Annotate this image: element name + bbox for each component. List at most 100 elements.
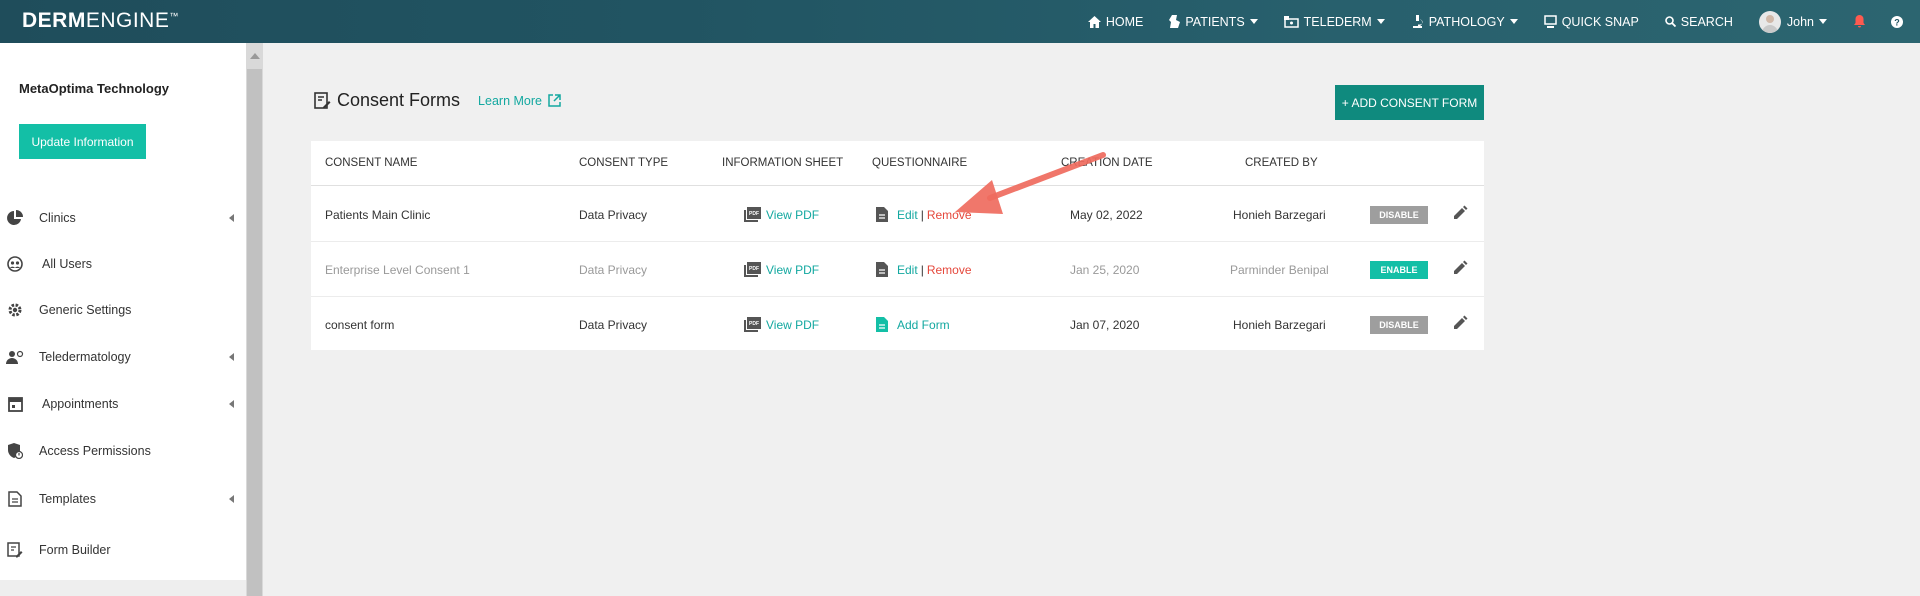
consent-name: consent form: [325, 317, 395, 332]
sidebar-item-all-users[interactable]: All Users: [0, 241, 246, 287]
questionnaire-actions: Edit | Remove: [876, 187, 972, 242]
shield-icon: [6, 442, 24, 460]
bell-icon: [1854, 15, 1865, 28]
learn-more-label: Learn More: [478, 93, 542, 108]
consent-type: Data Privacy: [579, 262, 648, 277]
patients-icon: [1169, 15, 1181, 28]
consent-name: Patients Main Clinic: [325, 207, 431, 222]
learn-more-link[interactable]: Learn More: [478, 94, 561, 108]
edit-questionnaire-link[interactable]: Edit: [897, 208, 918, 222]
consent-forms-table: CONSENT NAME CONSENT TYPE INFORMATION SH…: [311, 141, 1484, 350]
created-by: Honieh Barzegari: [1233, 317, 1326, 332]
disable-button[interactable]: DISABLE: [1370, 316, 1428, 334]
view-pdf-link[interactable]: PDF View PDF: [744, 297, 819, 352]
help-icon: ?: [1891, 15, 1903, 28]
enable-button[interactable]: ENABLE: [1370, 261, 1428, 279]
pdf-icon: PDF: [744, 262, 761, 277]
microscope-icon: [1412, 15, 1423, 28]
edit-row-button[interactable]: [1452, 205, 1468, 226]
separator: |: [920, 262, 924, 277]
sidebar-item-generic-settings[interactable]: Generic Settings: [0, 287, 246, 333]
consent-type: Data Privacy: [579, 317, 648, 332]
creation-date: Jan 07, 2020: [1070, 317, 1140, 332]
sidebar-item-form-builder[interactable]: Form Builder: [0, 527, 246, 573]
add-consent-form-button[interactable]: + ADD CONSENT FORM: [1335, 85, 1484, 120]
logo-bold-text: DERM: [22, 9, 86, 32]
page-header: Consent Forms Learn More: [314, 90, 561, 111]
pdf-icon: PDF: [744, 317, 761, 332]
nav-telederm-label: TELEDERM: [1303, 14, 1372, 29]
disable-button[interactable]: DISABLE: [1370, 206, 1428, 224]
nav-telederm[interactable]: TELEDERM: [1283, 14, 1385, 29]
nav-home[interactable]: HOME: [1087, 15, 1143, 29]
sidebar-item-label: Templates: [39, 492, 96, 506]
update-information-button[interactable]: Update Information: [19, 124, 146, 159]
calendar-icon: [6, 395, 24, 413]
sidebar-item-access-permissions[interactable]: Access Permissions: [0, 428, 246, 474]
pencil-icon: [1454, 315, 1468, 329]
column-header-consent-name: CONSENT NAME: [325, 157, 418, 169]
add-form-link[interactable]: Add Form: [876, 297, 950, 352]
nav-search-label: SEARCH: [1680, 14, 1733, 29]
telederm-icon: [1283, 15, 1299, 28]
notifications-button[interactable]: [1853, 15, 1871, 28]
remove-questionnaire-link[interactable]: Remove: [927, 263, 972, 277]
questionnaire-actions: Edit | Remove: [876, 242, 972, 297]
nav-user-menu[interactable]: John: [1758, 10, 1827, 33]
sidebar-item-label: All Users: [42, 257, 93, 271]
edit-questionnaire-link[interactable]: Edit: [897, 263, 918, 277]
sidebar-item-label: Access Permissions: [39, 444, 151, 458]
chevron-down-icon: [1509, 19, 1518, 24]
chevron-down-icon: [1249, 19, 1258, 24]
view-pdf-label: View PDF: [766, 262, 820, 277]
sidebar-item-appointments[interactable]: Appointments: [0, 381, 246, 427]
consent-name: Enterprise Level Consent 1: [325, 262, 470, 277]
created-by: Honieh Barzegari: [1233, 207, 1326, 222]
chevron-down-icon: [1376, 19, 1385, 24]
table-row: Enterprise Level Consent 1 Data Privacy …: [311, 242, 1484, 297]
edit-row-button[interactable]: [1452, 315, 1468, 336]
sidebar-item-clinics[interactable]: Clinics: [0, 195, 246, 241]
svg-text:PDF: PDF: [749, 266, 759, 272]
nav-user-label: John: [1786, 14, 1814, 29]
logo-light-text: ENGINE: [85, 9, 170, 32]
logo-tm: ™: [169, 11, 179, 21]
column-header-questionnaire: QUESTIONNAIRE: [872, 157, 968, 169]
nav-search[interactable]: SEARCH: [1664, 14, 1733, 29]
nav-quick-snap-label: QUICK SNAP: [1561, 14, 1639, 29]
sidebar-scrollbar[interactable]: [246, 43, 263, 596]
column-header-created-by: CREATED BY: [1245, 157, 1318, 169]
nav-patients[interactable]: PATIENTS: [1169, 15, 1258, 29]
consent-forms-icon: [314, 92, 331, 109]
help-button[interactable]: ?: [1891, 15, 1908, 28]
sidebar-item-consent-forms[interactable]: [0, 580, 246, 596]
scrollbar-thumb[interactable]: [247, 69, 262, 596]
pencil-icon: [1454, 260, 1468, 274]
sidebar-item-label: Appointments: [42, 397, 119, 411]
column-header-information-sheet: INFORMATION SHEET: [722, 157, 844, 169]
column-header-consent-type: CONSENT TYPE: [579, 157, 669, 169]
view-pdf-link[interactable]: PDF View PDF: [744, 187, 819, 242]
dermengine-logo[interactable]: DERMENGINE™: [22, 9, 179, 33]
nav-pathology[interactable]: PATHOLOGY: [1411, 15, 1518, 29]
nav-quick-snap[interactable]: QUICK SNAP: [1543, 14, 1639, 29]
sidebar-item-templates[interactable]: Templates: [0, 476, 246, 522]
sidebar-item-label: Generic Settings: [39, 303, 132, 317]
table-row: Patients Main Clinic Data Privacy PDF Vi…: [311, 187, 1484, 242]
remove-questionnaire-link[interactable]: Remove: [927, 208, 972, 222]
edit-row-button[interactable]: [1452, 260, 1468, 281]
search-icon: [1664, 16, 1676, 27]
gear-icon: [6, 301, 24, 319]
add-form-label: Add Form: [897, 317, 950, 332]
external-link-icon: [548, 94, 561, 107]
chevron-left-icon: [229, 400, 234, 408]
sidebar-item-teledermatology[interactable]: Teledermatology: [0, 334, 246, 380]
scroll-up-arrow-icon[interactable]: [250, 53, 260, 59]
pie-chart-icon: [6, 209, 24, 227]
pencil-icon: [1454, 205, 1468, 219]
creation-date: Jan 25, 2020: [1070, 262, 1140, 277]
view-pdf-link[interactable]: PDF View PDF: [744, 242, 819, 297]
user-avatar-icon: [1761, 14, 1778, 33]
top-navbar: DERMENGINE™ HOME PATIENTS TELEDERM PATHO…: [0, 0, 1920, 43]
user-settings-icon: [6, 348, 24, 366]
